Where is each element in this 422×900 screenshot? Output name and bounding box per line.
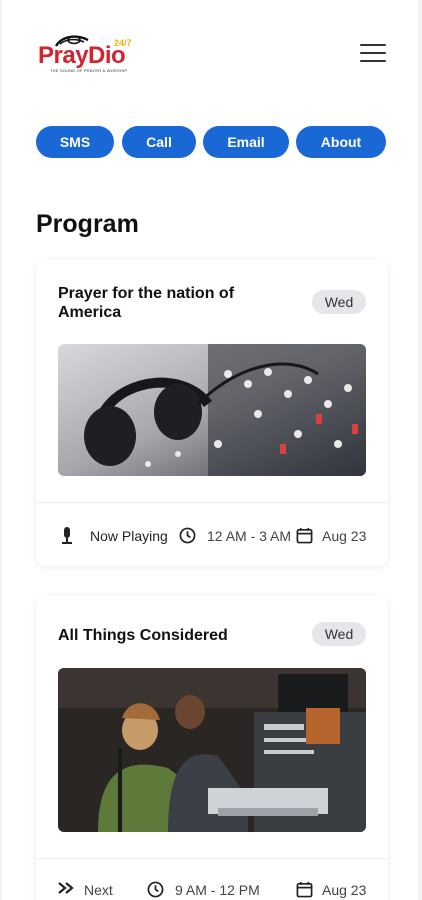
calendar-icon <box>296 527 313 544</box>
date-text: Aug 23 <box>322 528 367 544</box>
hamburger-menu-icon[interactable] <box>358 40 388 66</box>
logo-tagline: THE SOUND OF PRAYER & WORSHIP <box>50 68 128 73</box>
about-button[interactable]: About <box>296 126 386 158</box>
program-meta: Next 9 AM - 12 PM Aug 23 <box>36 880 388 900</box>
date-text: Aug 23 <box>322 882 367 898</box>
sms-button[interactable]: SMS <box>36 126 114 158</box>
program-title: Prayer for the nation of America <box>58 285 235 321</box>
time-range: 12 AM - 3 AM <box>207 528 292 544</box>
program-image <box>58 668 366 832</box>
studio-headphones-mixer-image <box>58 344 366 476</box>
logo-badge: 24/7 <box>114 38 132 48</box>
day-badge: Wed <box>312 622 366 646</box>
program-card[interactable]: Prayer for the nation of America Wed Now… <box>36 260 388 566</box>
program-title: All Things Considered <box>58 627 228 644</box>
day-badge: Wed <box>312 290 366 314</box>
program-meta: Now Playing 12 AM - 3 AM Aug 23 <box>36 526 388 546</box>
microphone-icon <box>62 527 72 544</box>
action-buttons: SMS Call Email About <box>2 126 418 158</box>
header: PrayDio 24/7 THE SOUND OF PRAYER & WORSH… <box>2 0 418 100</box>
card-divider <box>36 502 388 503</box>
program-image <box>58 344 366 476</box>
card-divider <box>36 858 388 859</box>
status-text: Next <box>84 882 113 898</box>
clock-icon <box>147 881 164 898</box>
email-button[interactable]: Email <box>203 126 289 158</box>
radio-hosts-in-studio-image <box>58 668 366 832</box>
praydio-logo[interactable]: PrayDio 24/7 THE SOUND OF PRAYER & WORSH… <box>36 34 132 78</box>
page-title: Program <box>36 210 139 238</box>
call-button[interactable]: Call <box>122 126 196 158</box>
logo-wordmark: PrayDio <box>38 42 126 69</box>
app-page: PrayDio 24/7 THE SOUND OF PRAYER & WORSH… <box>2 0 418 900</box>
status-text: Now Playing <box>90 528 168 544</box>
fast-forward-icon <box>58 882 74 894</box>
calendar-icon <box>296 881 313 898</box>
time-range: 9 AM - 12 PM <box>175 882 260 898</box>
clock-icon <box>179 527 196 544</box>
program-card[interactable]: All Things Considered Wed Next 9 AM - 12… <box>36 596 388 900</box>
